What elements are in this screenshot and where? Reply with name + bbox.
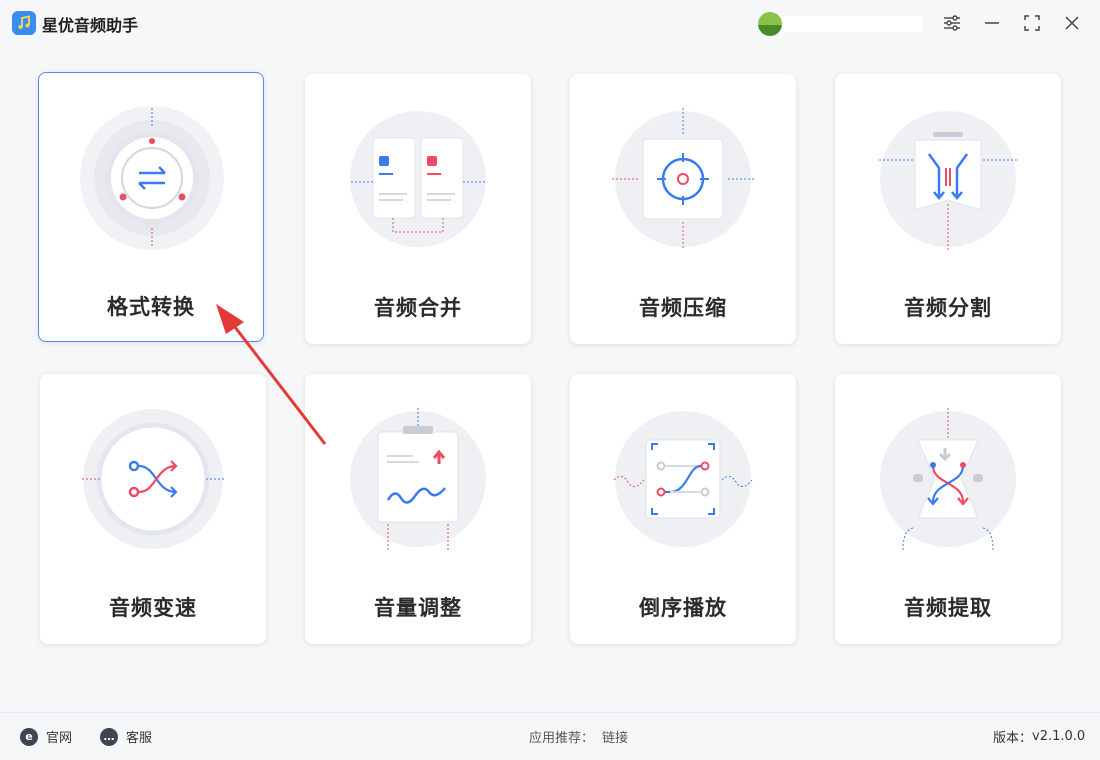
feature-card-audio-extract[interactable]: 音频提取 [835, 374, 1061, 644]
feature-label: 音频提取 [904, 596, 992, 620]
audio-split-icon [879, 111, 1017, 250]
format-convert-icon [80, 106, 224, 250]
sliders-icon[interactable] [941, 12, 963, 34]
minimize-icon[interactable] [981, 12, 1003, 34]
app-title: 星优音频助手 [42, 16, 139, 35]
support-link[interactable]: … 客服 [100, 727, 152, 746]
feature-label: 音频变速 [109, 596, 197, 620]
feature-label: 音频压缩 [639, 296, 727, 320]
feature-card-audio-speed[interactable]: 音频变速 [40, 374, 266, 644]
audio-speed-icon [82, 409, 224, 549]
reverse-play-icon [613, 411, 753, 547]
version-info: 版本： v2.1.0.0 [993, 727, 1085, 746]
user-account[interactable] [758, 12, 922, 36]
website-link[interactable]: e 官网 [20, 727, 72, 746]
volume-adjust-icon [350, 408, 486, 550]
username [782, 16, 922, 32]
feature-label: 音频合并 [374, 296, 462, 320]
chat-icon: … [100, 727, 118, 746]
feature-label: 音量调整 [374, 596, 462, 620]
audio-compress-icon [612, 108, 754, 250]
title-bar: 星优音频助手 [0, 0, 1100, 46]
version-label: 版本： [993, 731, 1033, 746]
feature-card-audio-split[interactable]: 音频分割 [835, 74, 1061, 344]
feature-label: 倒序播放 [639, 596, 727, 620]
recommend-link[interactable]: 链接 [602, 727, 628, 746]
recommend-label: 应用推荐： [529, 731, 595, 746]
music-note-icon [12, 11, 36, 35]
audio-merge-icon [350, 111, 486, 247]
version-value: v2.1.0.0 [1032, 729, 1086, 744]
browser-icon: e [20, 727, 38, 746]
feature-card-reverse-play[interactable]: 倒序播放 [570, 374, 796, 644]
support-label: 客服 [126, 731, 153, 746]
feature-card-audio-compress[interactable]: 音频压缩 [570, 74, 796, 344]
fullscreen-icon[interactable] [1021, 12, 1043, 34]
feature-label: 格式转换 [107, 295, 195, 319]
audio-extract-icon [880, 408, 1016, 551]
footer-bar: e 官网 … 客服 应用推荐： 链接 版本： v2.1.0.0 [0, 712, 1100, 760]
feature-card-format-convert[interactable]: 格式转换 [38, 72, 264, 342]
app-recommend: 应用推荐： 链接 [529, 727, 628, 746]
feature-label: 音频分割 [904, 296, 992, 320]
close-icon[interactable] [1061, 12, 1083, 34]
feature-card-audio-merge[interactable]: 音频合并 [305, 74, 531, 344]
feature-card-volume-adjust[interactable]: 音量调整 [305, 374, 531, 644]
website-label: 官网 [46, 731, 73, 746]
avatar[interactable] [758, 12, 782, 36]
